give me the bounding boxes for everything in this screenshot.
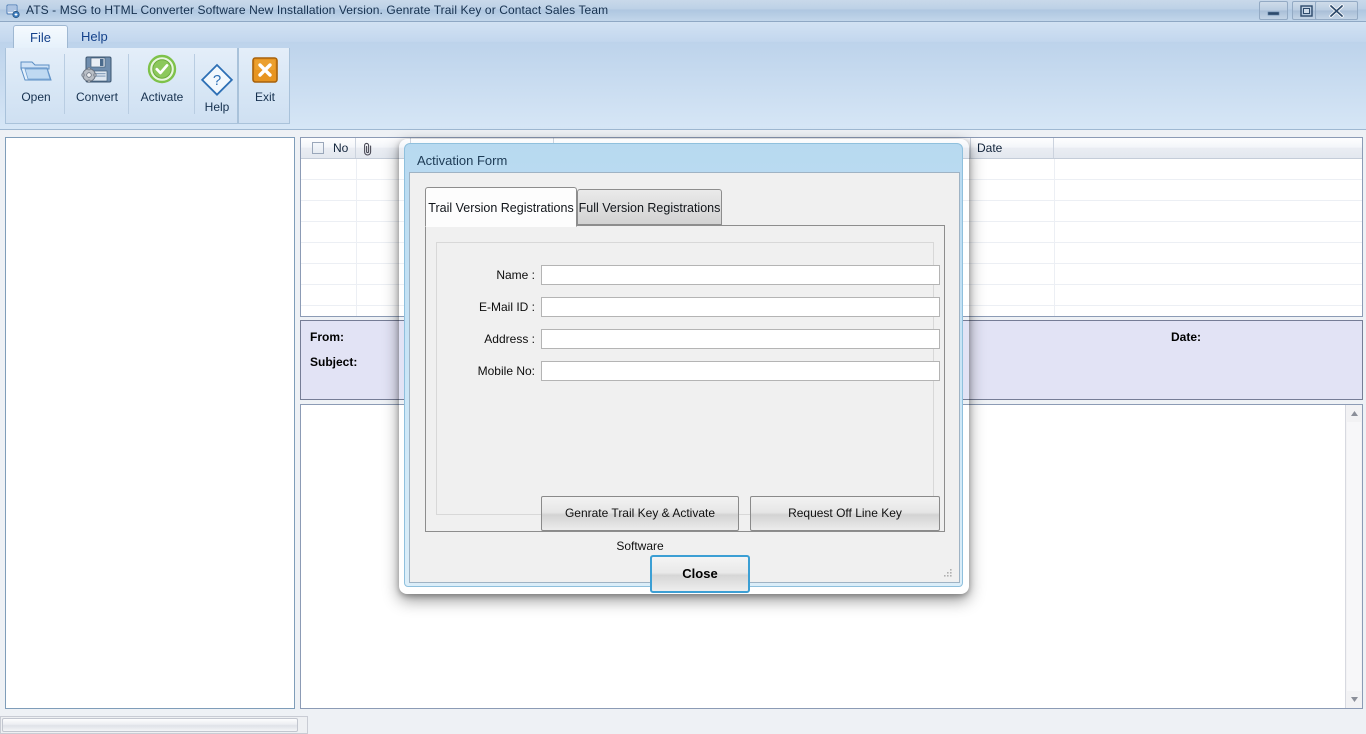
dialog-title: Activation Form xyxy=(417,153,508,168)
subject-label: Subject: xyxy=(310,355,358,369)
convert-button[interactable]: Convert xyxy=(66,50,128,118)
open-button-label: Open xyxy=(21,90,51,104)
field-row-name: Name : xyxy=(437,265,940,295)
tab-full-version-label: Full Version Registrations xyxy=(578,201,721,215)
dialog-client-area: Full Version Registrations Trail Version… xyxy=(409,172,960,593)
ribbon-group-main: Open Convert Activate ? Help xyxy=(5,48,238,124)
column-header-6[interactable] xyxy=(1054,138,1362,158)
tab-full-version-registrations[interactable]: Full Version Registrations xyxy=(577,189,722,225)
mobile-label: Mobile No: xyxy=(477,364,535,378)
horizontal-scrollbar[interactable] xyxy=(0,716,308,734)
request-offline-key-label: Request Off Line Key xyxy=(788,506,902,520)
ribbon: File Help Open Convert Activate ? Help E… xyxy=(0,22,1366,130)
close-dialog-label: Close xyxy=(682,566,718,581)
orange-x-icon xyxy=(243,50,287,90)
exit-button[interactable]: Exit xyxy=(243,50,287,118)
registration-tab-control: Full Version Registrations Trail Version… xyxy=(425,187,945,553)
convert-button-label: Convert xyxy=(75,90,119,104)
registration-fields-group: Name : E-Mail ID : Address : Mobile No: … xyxy=(436,242,940,553)
date-label: Date: xyxy=(1171,330,1202,344)
ribbon-separator-1 xyxy=(64,54,65,114)
address-label: Address : xyxy=(484,332,535,346)
chevron-up-icon xyxy=(1350,411,1358,416)
address-input[interactable] xyxy=(541,329,940,349)
generate-trail-key-button[interactable]: Genrate Trail Key & Activate Software xyxy=(541,496,739,553)
ribbon-group-exit: Exit xyxy=(238,48,290,124)
green-check-circle-icon xyxy=(130,50,194,90)
field-row-address: Address : xyxy=(437,329,940,359)
horizontal-scrollbar-thumb[interactable] xyxy=(2,718,298,732)
from-label: From: xyxy=(310,330,344,344)
mobile-input[interactable] xyxy=(541,361,940,381)
ribbon-body: Open Convert Activate ? Help Exit xyxy=(5,48,1361,124)
column-header-date[interactable]: Date xyxy=(971,138,1054,158)
chevron-down-icon xyxy=(1350,697,1358,702)
minimize-button[interactable] xyxy=(1259,1,1288,20)
help-button[interactable]: ? Help xyxy=(196,60,238,128)
tab-trail-version-registrations[interactable]: Trail Version Registrations xyxy=(425,187,577,227)
open-button[interactable]: Open xyxy=(8,50,64,118)
field-row-email: E-Mail ID : xyxy=(437,297,940,327)
ribbon-separator-2 xyxy=(128,54,129,114)
folder-tree-panel[interactable] xyxy=(5,137,295,709)
select-all-checkbox[interactable] xyxy=(312,142,324,154)
email-label: E-Mail ID : xyxy=(478,300,535,314)
ribbon-separator-3 xyxy=(194,54,195,114)
blue-diamond-question-icon: ? xyxy=(196,60,238,100)
paperclip-icon xyxy=(364,142,372,156)
exit-button-label: Exit xyxy=(254,90,275,104)
close-button[interactable] xyxy=(1315,1,1358,20)
name-input[interactable] xyxy=(541,265,940,285)
app-icon xyxy=(5,3,21,19)
column-header-no-label: No xyxy=(333,141,349,155)
scrollbar-track[interactable] xyxy=(1347,422,1361,691)
window-title: ATS - MSG to HTML Converter Software New… xyxy=(26,3,609,17)
activate-button[interactable]: Activate xyxy=(130,50,194,118)
activation-form-dialog: Activation Form Full Version Registratio… xyxy=(404,143,963,593)
field-row-mobile: Mobile No: xyxy=(437,361,940,391)
column-header-attachment[interactable] xyxy=(356,138,411,158)
svg-text:?: ? xyxy=(213,72,221,89)
tab-file[interactable]: File xyxy=(13,25,68,48)
generate-trail-key-label: Genrate Trail Key & Activate Software xyxy=(564,506,716,553)
request-offline-key-button[interactable]: Request Off Line Key xyxy=(750,496,940,531)
email-input[interactable] xyxy=(541,297,940,317)
close-dialog-button[interactable]: Close xyxy=(650,555,750,593)
activate-button-label: Activate xyxy=(140,90,184,104)
tab-file-label: File xyxy=(30,30,51,45)
name-label: Name : xyxy=(496,268,535,282)
help-button-label: Help xyxy=(204,100,230,114)
close-icon xyxy=(1329,4,1344,18)
tab-page-trail-version: Name : E-Mail ID : Address : Mobile No: … xyxy=(425,225,945,553)
resize-grip-icon[interactable] xyxy=(943,567,953,577)
column-header-select-all[interactable]: No xyxy=(301,138,356,158)
scroll-down-button[interactable] xyxy=(1346,691,1362,708)
scroll-up-button[interactable] xyxy=(1346,405,1362,422)
minimize-icon xyxy=(1267,11,1280,16)
tab-help-label: Help xyxy=(81,29,108,44)
ribbon-tabstrip: File Help xyxy=(0,22,1366,48)
folder-open-icon xyxy=(8,50,64,90)
window-titlebar: ATS - MSG to HTML Converter Software New… xyxy=(0,0,1366,22)
vertical-scrollbar[interactable] xyxy=(1345,405,1362,708)
tab-help[interactable]: Help xyxy=(65,25,124,48)
tab-trail-version-label: Trail Version Registrations xyxy=(428,201,574,215)
floppy-gear-icon xyxy=(66,50,128,90)
